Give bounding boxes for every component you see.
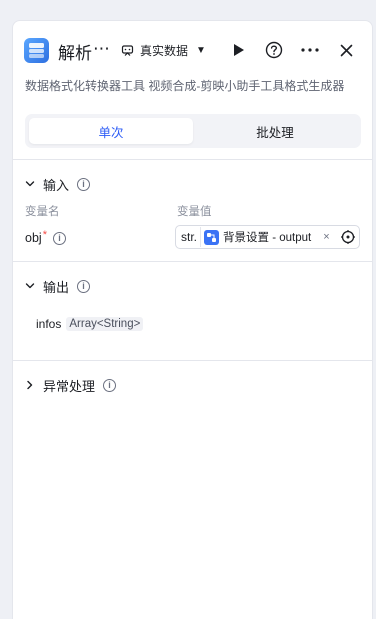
run-mode-tabs: 单次 批处理: [25, 114, 361, 148]
error-handling-title: 异常处理: [43, 378, 96, 394]
output-field-type: Array<String>: [66, 317, 144, 331]
divider: [13, 159, 372, 160]
input-section-header[interactable]: 输入 i: [25, 174, 91, 194]
info-icon[interactable]: i: [77, 279, 91, 293]
close-icon[interactable]: [334, 38, 358, 62]
output-section-header[interactable]: 输出 i: [25, 276, 91, 296]
column-header-name: 变量名: [25, 206, 60, 218]
chevron-down-icon: ▼: [196, 44, 206, 56]
panel-header: 解析 ⋯ 真实数据 ▼ 数据格式化转换器工具 视频合成-剪映小助手工具格式生成器: [13, 21, 372, 93]
info-icon[interactable]: i: [103, 378, 117, 392]
info-icon[interactable]: i: [77, 177, 91, 191]
remove-reference-icon[interactable]: ×: [323, 231, 329, 243]
node-config-panel: 解析 ⋯ 真实数据 ▼ 数据格式化转换器工具 视频合成-剪映小助手工具格式生成器…: [12, 20, 373, 619]
tab-single[interactable]: 单次: [29, 118, 193, 144]
mode-label: 真实数据: [140, 43, 189, 58]
type-selector[interactable]: str.: [178, 227, 202, 247]
param-value-field[interactable]: str. 背景设置 - output ×: [175, 225, 360, 249]
target-icon[interactable]: [341, 230, 355, 244]
tab-batch[interactable]: 批处理: [193, 118, 357, 144]
help-icon[interactable]: [262, 38, 286, 62]
param-name-label: obj: [25, 231, 42, 245]
variable-reference-chip[interactable]: 背景设置 - output ×: [204, 228, 330, 246]
title-overflow: ⋯: [93, 39, 110, 58]
reference-label: 背景设置 - output: [223, 232, 312, 244]
node-description: 数据格式化转换器工具 视频合成-剪映小助手工具格式生成器: [25, 79, 345, 93]
mode-icon: [121, 44, 134, 56]
run-icon[interactable]: [227, 38, 251, 62]
chevron-down-icon: [25, 283, 35, 289]
chevron-down-icon: [25, 181, 35, 187]
divider: [13, 360, 372, 361]
info-icon[interactable]: i: [52, 231, 66, 245]
data-mode-dropdown[interactable]: 真实数据 ▼: [121, 40, 206, 60]
output-field: infos Array<String>: [36, 317, 144, 331]
more-icon[interactable]: [298, 38, 322, 62]
input-section-title: 输入: [43, 177, 70, 193]
chevron-right-icon: [27, 380, 33, 390]
workflow-node-icon: [204, 229, 220, 245]
divider: [13, 261, 372, 262]
node-title[interactable]: 解析: [58, 39, 92, 64]
column-header-value: 变量值: [177, 206, 212, 218]
param-name: obj * i: [25, 229, 66, 245]
error-handling-section-header[interactable]: 异常处理 i: [25, 375, 117, 395]
output-field-name: infos: [36, 317, 62, 331]
tool-icon: [24, 38, 49, 63]
output-section-title: 输出: [43, 279, 70, 295]
required-mark: *: [42, 229, 47, 241]
